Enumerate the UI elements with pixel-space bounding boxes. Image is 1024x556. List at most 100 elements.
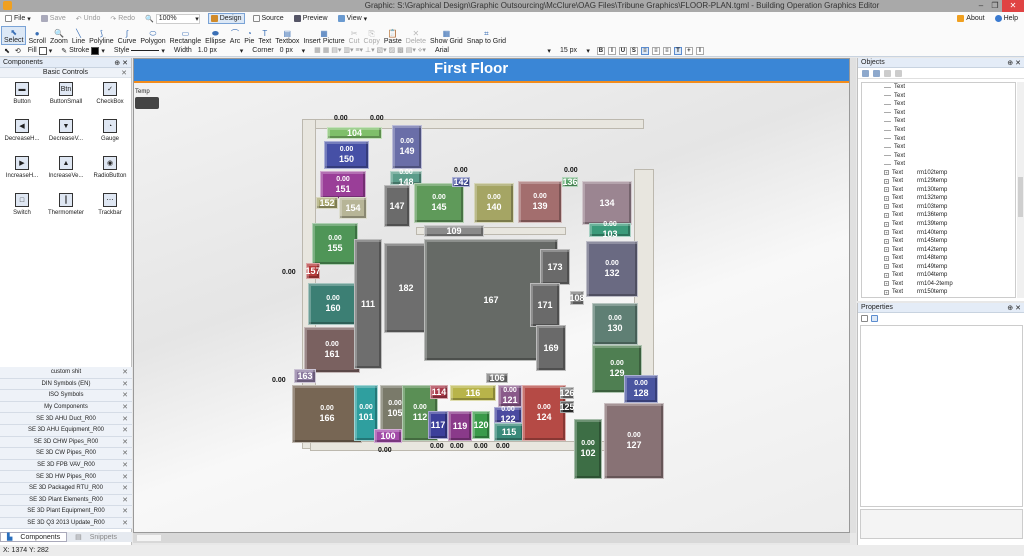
room-157[interactable]: 157 [305, 263, 321, 279]
room-117[interactable]: 117 [428, 411, 448, 439]
room-102[interactable]: 0.00 102 [574, 419, 602, 479]
tool-polyline[interactable]: ⟆ Polyline [87, 26, 116, 45]
design-tab[interactable]: Design [207, 13, 245, 24]
room-132[interactable]: 0.00 132 [586, 241, 638, 297]
close-panel-icon[interactable]: ✕ [1015, 60, 1021, 67]
library-item[interactable]: ISO Symbols ✕ [0, 390, 132, 402]
expand-icon[interactable]: + [884, 281, 889, 287]
tab-components[interactable]: ▙ Components [0, 532, 68, 542]
component-increaseh[interactable]: ▶ IncreaseH... [0, 156, 44, 179]
object-row[interactable]: + Text rm132temp [862, 194, 1015, 203]
object-row[interactable]: + Text rm103temp [862, 203, 1015, 212]
component-buttonsmall[interactable]: Btn ButtonSmall [44, 82, 88, 105]
room-115[interactable]: 115 [494, 423, 524, 441]
maximize-button[interactable]: ❐ [988, 0, 1002, 12]
object-row[interactable]: + Text rm148temp [862, 254, 1015, 263]
expand-icon[interactable]: + [884, 212, 889, 218]
tool-delete[interactable]: ✕ Delete [404, 26, 428, 45]
format-button-0[interactable]: B [596, 46, 605, 55]
tool-show-grid[interactable]: ▦ Show Grid [428, 26, 465, 45]
close-library-icon[interactable]: ✕ [122, 380, 128, 388]
object-row[interactable]: + Text rm149temp [862, 262, 1015, 271]
close-panel-icon[interactable]: ✕ [122, 60, 128, 67]
scroll-thumb[interactable] [137, 535, 161, 541]
tool-select[interactable]: ⬉ Select [1, 26, 27, 45]
object-row[interactable]: Text [862, 83, 1015, 92]
expand-icon[interactable]: + [884, 170, 889, 176]
expand-icon[interactable]: + [884, 289, 889, 295]
close-panel-icon[interactable]: ✕ [1015, 305, 1021, 312]
close-library-icon[interactable]: ✕ [122, 473, 128, 481]
stroke-picker[interactable]: ✎ Stroke ▾ [59, 45, 107, 56]
component-gauge[interactable]: ◔ Gauge [88, 119, 132, 142]
categorized-icon[interactable] [861, 315, 868, 322]
expand-icon[interactable]: + [884, 255, 889, 261]
room-139[interactable]: 0.00 139 [518, 181, 562, 223]
library-item[interactable]: SE 3D Packaged RTU_R00 ✕ [0, 482, 132, 495]
room-169[interactable]: 169 [536, 325, 566, 371]
library-item[interactable]: SE 3D Plant Elements_R00 ✕ [0, 494, 132, 507]
room-163[interactable]: 163 [294, 369, 316, 383]
format-button-5[interactable]: ≡ [651, 46, 660, 55]
tool-copy[interactable]: ⎘ Copy [362, 26, 382, 45]
room-152[interactable]: 152 [316, 197, 338, 209]
format-button-3[interactable]: S [629, 46, 638, 55]
close-library-icon[interactable]: ✕ [122, 438, 128, 446]
room-122[interactable]: 0.00 122 [494, 406, 522, 424]
object-row[interactable]: + Text rm129temp [862, 177, 1015, 186]
object-row[interactable]: Text [862, 100, 1015, 109]
basic-controls-group[interactable]: Basic Controls ✕ [0, 68, 131, 78]
close-library-icon[interactable]: ✕ [122, 449, 128, 457]
object-row[interactable]: + Text rm102temp [862, 168, 1015, 177]
room-100[interactable]: 100 [374, 429, 402, 443]
component-increaseve[interactable]: ▲ IncreaseVe... [44, 156, 88, 179]
library-item[interactable]: SE 3D FPB VAV_R00 ✕ [0, 459, 132, 472]
source-tab[interactable]: Source [251, 13, 286, 24]
expand-icon[interactable]: + [884, 247, 889, 253]
component-checkbox[interactable]: ✓ CheckBox [88, 82, 132, 105]
object-row[interactable]: + Text rm136temp [862, 211, 1015, 220]
move-up-icon[interactable] [884, 69, 891, 77]
library-item[interactable]: SE 3D AHU Equipment_R00 ✕ [0, 424, 132, 437]
align-tools[interactable]: ▦ ▦ ▤▾ ▥▾ ≡▾ ⊥▾ ▧▾ ▨ ▩ ▤▾ ⟡▾ [312, 45, 428, 56]
object-row[interactable]: Text [862, 126, 1015, 135]
room-126[interactable]: 126 [559, 387, 575, 399]
tool-zoom[interactable]: 🔍 Zoom [48, 26, 70, 45]
select-mode-icon[interactable]: ⬉ [4, 47, 10, 55]
expand-icon[interactable]: + [884, 187, 889, 193]
close-library-icon[interactable]: ✕ [122, 461, 128, 469]
design-canvas[interactable]: First Floor Temp 104 0.00 149 0.00 150 0.00 14… [133, 58, 850, 533]
object-row[interactable]: + Text rm139temp [862, 220, 1015, 229]
room-155[interactable]: 0.00 155 [312, 223, 358, 265]
room-134[interactable]: 134 [582, 181, 632, 225]
pin-icon[interactable]: ⊕ [1007, 305, 1013, 312]
canvas-horizontal-scrollbar[interactable] [133, 533, 850, 543]
room-119[interactable]: 119 [448, 411, 472, 441]
temp-button[interactable] [135, 97, 159, 109]
room-109[interactable]: 109 [424, 225, 484, 237]
help-button[interactable]: Help [993, 13, 1020, 24]
tool-pie[interactable]: ◔ Pie [242, 26, 256, 45]
pin-icon[interactable]: ⊕ [114, 60, 120, 67]
expand-icon[interactable]: + [884, 264, 889, 270]
expand-icon[interactable]: + [884, 178, 889, 184]
component-thermometer[interactable]: ┃ Thermometer [44, 193, 88, 216]
tool-scroll[interactable]: ● Scroll [26, 26, 48, 45]
format-button-2[interactable]: U [618, 46, 627, 55]
pin-icon[interactable]: ⊕ [1007, 60, 1013, 67]
fill-picker[interactable]: Fill ▾ [26, 45, 54, 56]
library-item[interactable]: My Components ✕ [0, 401, 132, 414]
library-item[interactable]: SE 3D HW Pipes_R00 ✕ [0, 471, 132, 483]
component-radiobutton[interactable]: ◉ RadioButton [88, 156, 132, 179]
component-trackbar[interactable]: ⋯ Trackbar [88, 193, 132, 216]
object-row[interactable]: Text [862, 92, 1015, 101]
rotate-icon[interactable]: ⟲ [15, 47, 21, 55]
expand-icon[interactable]: + [884, 221, 889, 227]
object-row[interactable]: + Text rm150temp [862, 288, 1015, 297]
expand-all-icon[interactable] [862, 69, 869, 77]
objects-scroll-thumb[interactable] [1018, 177, 1023, 217]
tool-textbox[interactable]: ▤ Textbox [273, 26, 301, 45]
room-145[interactable]: 0.00 145 [414, 183, 464, 223]
room-161[interactable]: 0.00 161 [304, 327, 360, 373]
tool-ellipse[interactable]: ⬬ Ellipse [203, 26, 228, 45]
